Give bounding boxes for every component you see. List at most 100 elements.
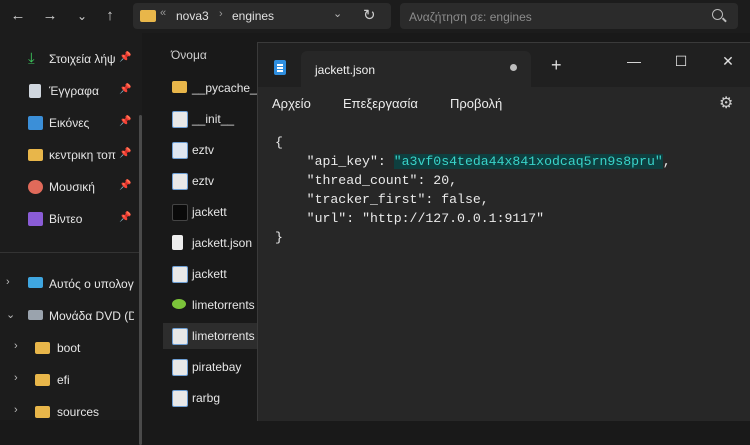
sidebar-item-central-folder[interactable]: κεντρικη τοπ 📌 [0,141,142,169]
sidebar-item-label: Εικόνες [49,116,90,130]
json-comma: , [662,154,671,169]
sidebar-item-label: Μουσική [49,180,95,194]
list-item[interactable]: limetorrents [163,323,257,349]
python-file-icon [172,266,188,283]
sidebar-item-boot[interactable]: › boot [0,334,142,362]
menu-file[interactable]: Αρχείο [272,96,311,111]
chevron-right-icon[interactable]: › [6,276,10,288]
chevron-right-icon[interactable]: › [14,372,18,384]
forward-button[interactable]: → [40,6,60,26]
maximize-button[interactable]: ☐ [671,53,691,70]
sidebar-item-label: Μονάδα DVD (D [49,309,134,323]
explorer-toolbar: ← → ⌄ ↑ « nova3 › engines ⌄ ↻ Αναζήτηση … [0,0,750,33]
python-file-icon [172,173,188,190]
list-item[interactable]: __pycache__ [163,75,257,101]
pin-icon[interactable]: 📌 [119,148,131,159]
python-file-icon [172,390,188,407]
json-key: "thread_count" [306,173,418,188]
search-box[interactable]: Αναζήτηση σε: engines [400,3,738,29]
list-item[interactable]: rarbg [163,385,257,411]
computer-icon [28,277,43,288]
sidebar-item-label: boot [57,341,81,355]
sidebar-item-dvd-drive[interactable]: ⌄ Μονάδα DVD (D [0,302,142,330]
breadcrumb-engines[interactable]: engines [232,9,274,23]
sidebar-item-label: Βίντεο [49,212,83,226]
file-list: Όνομα __pycache__ __init__ eztv eztv jac… [155,33,257,420]
column-header-name[interactable]: Όνομα [171,48,207,62]
list-item[interactable]: jackett [163,199,257,225]
navigation-pane: ⤓ Στοιχεία λήψ 📌 Έγγραφα 📌 Εικόνες 📌 κεν… [0,33,142,445]
list-item[interactable]: piratebay [163,354,257,380]
menu-view[interactable]: Προβολή [450,96,502,111]
notepad-menubar: Αρχείο Επεξεργασία Προβολή ⚙ [258,87,750,119]
chevron-right-icon[interactable]: › [14,340,18,352]
selected-api-key-value[interactable]: "a3vf0s4teda44x841xodcaq5rn9s8pru" [393,154,663,169]
close-button[interactable]: ✕ [718,53,738,70]
sidebar-item-this-pc[interactable]: › Αυτός ο υπολογ [0,270,142,298]
list-item[interactable]: jackett [163,261,257,287]
json-content[interactable]: { "api_key": "a3vf0s4teda44x841xodcaq5rn… [275,133,671,247]
up-button[interactable]: ↑ [100,6,120,26]
file-icon [172,235,183,250]
file-name: limetorrents [192,329,255,343]
sidebar-item-music[interactable]: Μουσική 📌 [0,173,142,201]
file-name: piratebay [192,360,242,374]
sidebar-item-downloads[interactable]: ⤓ Στοιχεία λήψ 📌 [0,45,142,73]
list-item[interactable]: eztv [163,137,257,163]
new-tab-button[interactable]: + [551,56,562,74]
address-dropdown-icon[interactable]: ⌄ [333,7,342,20]
json-value: 20 [433,173,450,188]
pin-icon[interactable]: 📌 [119,84,131,95]
notepad-titlebar[interactable]: jackett.json + — ☐ ✕ [258,43,750,87]
file-name: jackett [192,205,227,219]
sidebar-item-documents[interactable]: Έγγραφα 📌 [0,77,142,105]
file-name: eztv [192,143,215,157]
json-value: false [441,192,481,207]
file-name: __init__ [192,112,235,126]
python-file-icon [172,359,188,376]
breadcrumb-nova3[interactable]: nova3 [176,9,209,23]
sidebar-item-sources[interactable]: › sources [0,398,142,426]
python-file-icon [172,328,188,345]
folder-icon [35,374,50,386]
pin-icon[interactable]: 📌 [119,180,131,191]
recent-locations-chevron-icon[interactable]: ⌄ [72,6,92,26]
chevron-right-icon[interactable]: › [14,404,18,416]
refresh-button[interactable]: ↻ [363,6,376,24]
search-icon[interactable] [712,9,723,20]
tab-jackett-json[interactable]: jackett.json [274,51,531,87]
pictures-icon [28,116,43,130]
menu-edit[interactable]: Επεξεργασία [343,96,418,111]
address-bar[interactable]: « nova3 › engines ⌄ ↻ [133,3,391,29]
sidebar-item-label: Αυτός ο υπολογ [49,277,134,291]
sidebar-divider [0,252,142,253]
overflow-chevron-icon[interactable]: « [160,7,166,19]
pin-icon[interactable]: 📌 [119,212,131,223]
chevron-down-icon[interactable]: ⌄ [6,308,15,321]
list-item[interactable]: __init__ [163,106,257,132]
pin-icon[interactable]: 📌 [119,52,131,63]
list-item[interactable]: jackett.json [163,230,257,256]
pin-icon[interactable]: 📌 [119,116,131,127]
sidebar-item-efi[interactable]: › efi [0,366,142,394]
text-editor[interactable]: { "api_key": "a3vf0s4teda44x841xodcaq5rn… [258,119,750,421]
json-value: "http://127.0.0.1:9117" [362,211,545,226]
file-name: eztv [192,174,215,188]
back-button[interactable]: ← [8,6,28,26]
lime-image-icon [172,299,186,309]
music-icon [28,180,43,194]
minimize-button[interactable]: — [624,53,644,69]
breadcrumb-separator-icon[interactable]: › [219,8,223,20]
sidebar-item-videos[interactable]: Βίντεο 📌 [0,205,142,233]
unsaved-indicator-icon[interactable] [510,64,517,71]
list-item[interactable]: limetorrents [163,292,257,318]
file-name: __pycache__ [192,81,257,95]
jackett-image-icon [172,204,188,221]
sidebar-item-pictures[interactable]: Εικόνες 📌 [0,109,142,137]
json-comma: , [480,192,489,207]
sidebar-scrollbar[interactable] [139,115,142,445]
settings-gear-icon[interactable]: ⚙ [719,93,733,113]
list-item[interactable]: eztv [163,168,257,194]
open-brace: { [275,135,283,150]
folder-icon [28,149,43,161]
